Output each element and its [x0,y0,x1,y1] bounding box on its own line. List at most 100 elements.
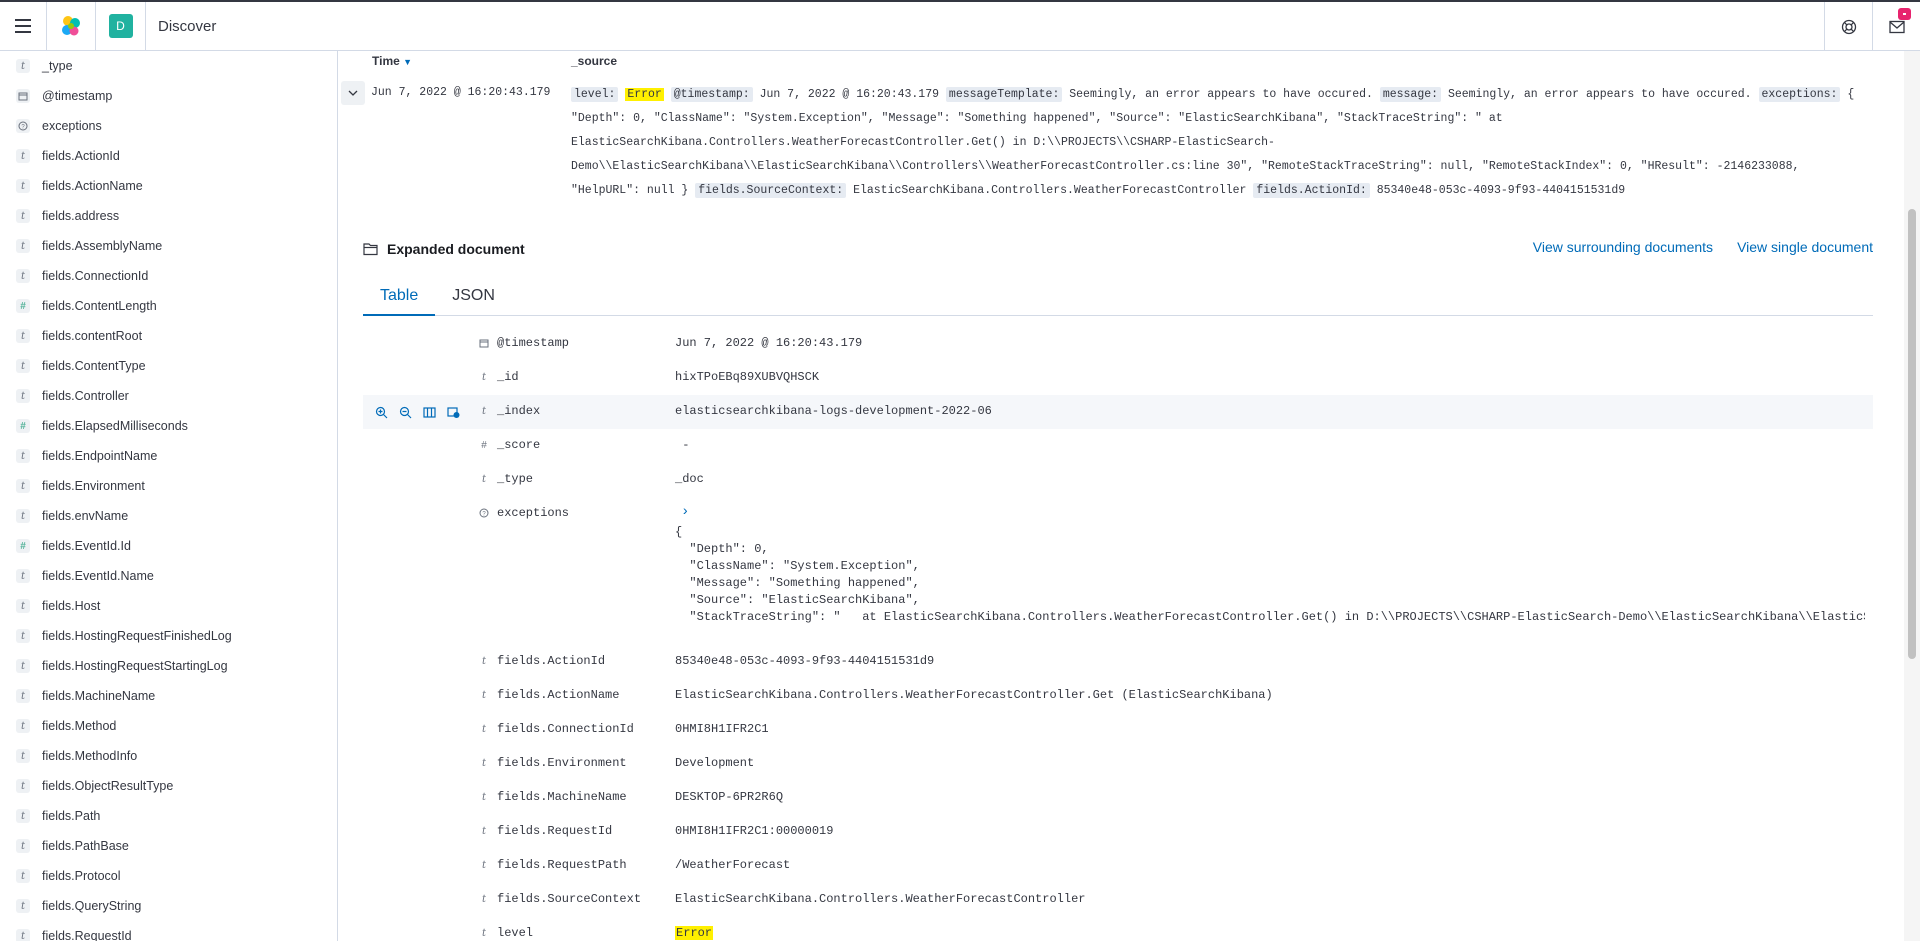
number-field-icon: # [16,419,30,433]
string-field-icon: t [481,655,487,667]
sidebar-field-item[interactable]: t fields.Environment [0,471,337,501]
filter-exists-icon[interactable] [445,404,461,420]
tab-table[interactable]: Table [363,276,436,316]
sidebar-field-item[interactable]: # fields.ElapsedMilliseconds [0,411,337,441]
row-actions [373,404,461,420]
doc-table-row: t fields.Environment Development [363,747,1873,781]
sidebar-field-name: fields.envName [42,509,129,523]
folder-open-icon [363,243,378,256]
sidebar-field-item[interactable]: t fields.Host [0,591,337,621]
notifications-button[interactable] [1872,2,1920,51]
sidebar-field-item[interactable]: t fields.Protocol [0,861,337,891]
sidebar-field-name: _type [42,59,73,73]
sidebar-field-item[interactable]: t fields.PathBase [0,831,337,861]
sidebar-field-item[interactable]: t fields.ContentType [0,351,337,381]
sidebar-field-item[interactable]: # fields.EventId.Id [0,531,337,561]
date-field-icon [477,336,491,350]
sidebar-field-item[interactable]: t fields.AssemblyName [0,231,337,261]
string-field-icon: t [481,371,487,383]
sidebar-field-item[interactable]: t fields.RequestId [0,921,337,941]
string-field-icon: t [16,719,30,733]
string-field-icon: t [481,405,487,417]
doc-field-name: fields.ActionName [497,688,620,702]
doc-field-value: Jun 7, 2022 @ 16:20:43.179 [675,336,863,350]
sidebar-field-name: fields.ElapsedMilliseconds [42,419,188,433]
string-field-icon: t [481,791,487,803]
sidebar-field-item[interactable]: t fields.EndpointName [0,441,337,471]
help-button[interactable] [1824,2,1872,51]
row-source-summary: level: Error @timestamp: Jun 7, 2022 @ 1… [571,87,1855,198]
string-field-icon: t [16,569,30,583]
elastic-logo[interactable] [46,1,96,51]
string-field-icon: t [16,659,30,673]
space-selector[interactable]: D [96,1,146,51]
sidebar-field-item[interactable]: t fields.address [0,201,337,231]
scrollbar-thumb[interactable] [1908,209,1916,659]
sidebar-field-item[interactable]: t fields.QueryString [0,891,337,921]
document-links: View surrounding documents View single d… [1533,239,1873,255]
column-header-time[interactable]: Time ▼ [372,54,412,68]
number-field-icon: # [481,439,487,451]
sidebar-field-name: fields.PathBase [42,839,129,853]
toggle-column-icon[interactable] [421,404,437,420]
doc-table-row: t level Error [363,917,1873,941]
string-field-icon: t [16,839,30,853]
string-field-icon: t [16,779,30,793]
view-surrounding-documents-link[interactable]: View surrounding documents [1533,239,1713,255]
expand-value-chevron-icon[interactable]: › [681,504,689,520]
string-field-icon: t [16,929,30,941]
string-field-icon: t [16,809,30,823]
doc-field-name: fields.RequestPath [497,858,627,872]
string-field-icon: t [481,723,487,735]
sidebar-field-item[interactable]: @timestamp [0,81,337,111]
sidebar-field-name: fields.MachineName [42,689,156,703]
sidebar-field-item[interactable]: t fields.HostingRequestFinishedLog [0,621,337,651]
exceptions-json-value: { "Depth": 0, "ClassName": "System.Excep… [675,525,1865,628]
sidebar-field-item[interactable]: t _type [0,51,337,81]
string-field-icon: t [16,359,30,373]
filter-out-value-icon[interactable] [397,404,413,420]
sidebar-field-name: fields.EndpointName [42,449,158,463]
sidebar-field-item[interactable]: # fields.ContentLength [0,291,337,321]
sidebar-field-item[interactable]: t fields.Path [0,801,337,831]
sidebar-field-name: fields.Path [42,809,101,823]
string-field-icon: t [16,899,30,913]
tab-json[interactable]: JSON [435,276,512,316]
sidebar-field-item[interactable]: t fields.MethodInfo [0,741,337,771]
menu-icon [15,19,31,21]
filter-for-value-icon[interactable] [373,404,389,420]
sidebar-field-item[interactable]: t fields.HostingRequestStartingLog [0,651,337,681]
sidebar-field-item[interactable]: t fields.Controller [0,381,337,411]
sidebar-field-name: fields.ConnectionId [42,269,149,283]
doc-field-name: level [497,926,534,940]
string-field-icon: t [481,473,487,485]
doc-field-name: fields.Environment [497,756,627,770]
notification-badge [1898,8,1911,20]
sidebar-field-item[interactable]: t fields.envName [0,501,337,531]
sort-down-icon[interactable]: ▼ [403,57,412,67]
sidebar-field-item[interactable]: t fields.ObjectResultType [0,771,337,801]
sidebar-field-item[interactable]: ? exceptions [0,111,337,141]
menu-toggle-button[interactable] [0,2,46,51]
sidebar-field-item[interactable]: t fields.contentRoot [0,321,337,351]
mail-icon [1888,20,1905,33]
sidebar-field-item[interactable]: t fields.MachineName [0,681,337,711]
sidebar-field-name: fields.HostingRequestFinishedLog [42,629,232,643]
page-scrollbar[interactable] [1904,51,1920,941]
sidebar-field-item[interactable]: t fields.ActionId [0,141,337,171]
string-field-icon: t [16,389,30,403]
field-list-sidebar: t _type @timestamp? exceptions t fields.Actio… [0,51,338,941]
sidebar-field-item[interactable]: t fields.Method [0,711,337,741]
sidebar-field-item[interactable]: t fields.ActionName [0,171,337,201]
top-header: D Discover [0,0,1920,51]
sidebar-field-item[interactable]: t fields.ConnectionId [0,261,337,291]
row-timestamp: Jun 7, 2022 @ 16:20:43.179 [371,86,551,99]
collapse-row-button[interactable] [341,81,365,105]
view-single-document-link[interactable]: View single document [1737,239,1873,255]
string-field-icon: t [481,893,487,905]
string-field-icon: t [16,479,30,493]
sidebar-field-item[interactable]: t fields.EventId.Name [0,561,337,591]
doc-field-name: @timestamp [497,336,570,350]
string-field-icon: t [16,599,30,613]
doc-field-name: fields.MachineName [497,790,627,804]
